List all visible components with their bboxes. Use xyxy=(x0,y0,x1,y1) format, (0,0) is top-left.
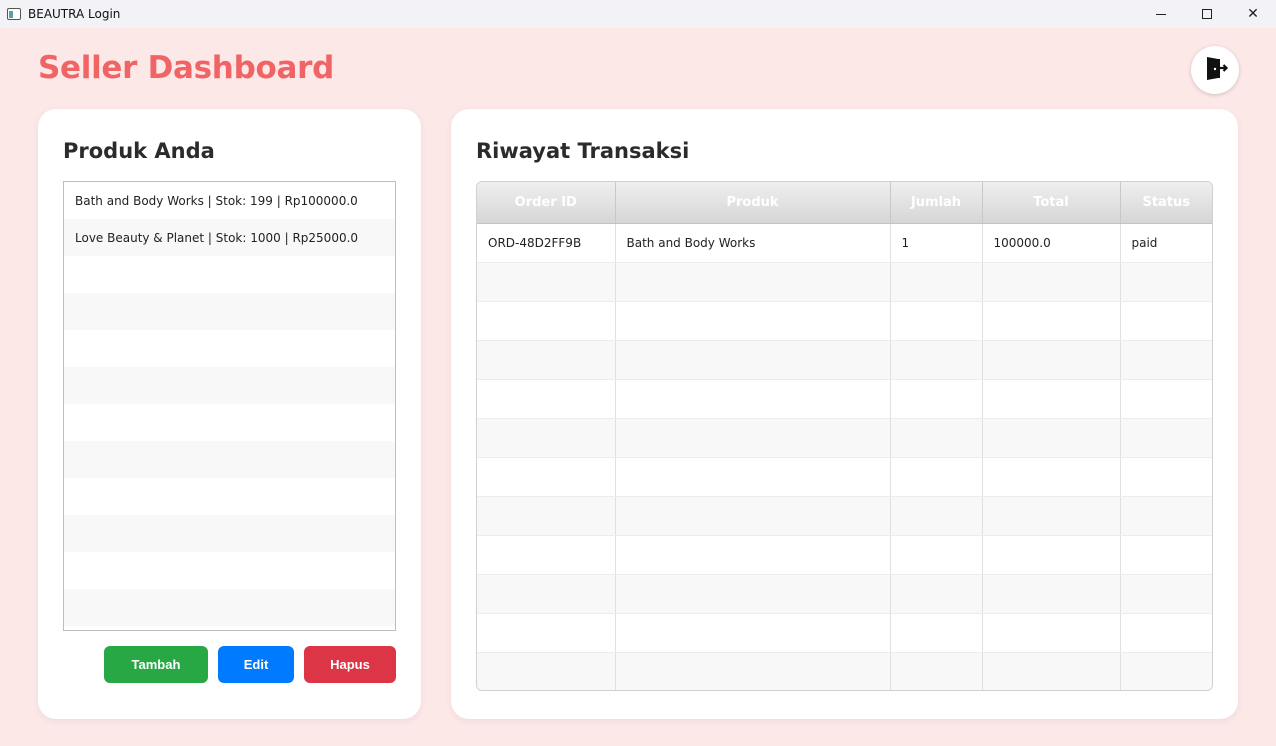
empty-table-row xyxy=(477,535,1212,575)
empty-list-row xyxy=(64,441,395,478)
close-button[interactable]: ✕ xyxy=(1230,0,1276,28)
logout-door-icon xyxy=(1201,54,1229,86)
empty-table-row xyxy=(477,301,1212,341)
empty-list-row xyxy=(64,404,395,441)
close-icon: ✕ xyxy=(1247,6,1259,22)
column-header-order-id[interactable]: Order ID xyxy=(477,182,616,224)
transactions-card: Riwayat Transaksi Order ID Produk Jumlah… xyxy=(451,109,1238,719)
empty-table-row xyxy=(477,613,1212,653)
empty-list-row xyxy=(64,330,395,367)
empty-list-row xyxy=(64,589,395,626)
column-header-total[interactable]: Total xyxy=(982,182,1121,224)
minimize-button[interactable] xyxy=(1138,0,1184,28)
column-header-jumlah[interactable]: Jumlah xyxy=(890,182,983,224)
window-titlebar: BEAUTRA Login ✕ xyxy=(0,0,1276,28)
transactions-title: Riwayat Transaksi xyxy=(476,139,690,163)
empty-list-row xyxy=(64,293,395,330)
empty-table-row xyxy=(477,652,1212,690)
product-list-item[interactable]: Bath and Body Works | Stok: 199 | Rp1000… xyxy=(64,182,395,219)
empty-table-row xyxy=(477,574,1212,614)
maximize-icon xyxy=(1202,9,1212,19)
table-row[interactable]: ORD-48D2FF9B Bath and Body Works 1 10000… xyxy=(477,223,1212,263)
cell-status: paid xyxy=(1120,223,1212,263)
app-icon xyxy=(7,8,21,20)
column-header-status[interactable]: Status xyxy=(1120,182,1212,224)
delete-product-button[interactable]: Hapus xyxy=(304,646,396,683)
empty-table-row xyxy=(477,340,1212,380)
empty-table-row xyxy=(477,418,1212,458)
transactions-table[interactable]: Order ID Produk Jumlah Total Status ORD-… xyxy=(476,181,1213,691)
empty-list-row xyxy=(64,367,395,404)
cell-produk: Bath and Body Works xyxy=(615,223,891,263)
empty-list-row xyxy=(64,552,395,589)
product-list[interactable]: Bath and Body Works | Stok: 199 | Rp1000… xyxy=(63,181,396,631)
cell-order-id: ORD-48D2FF9B xyxy=(477,223,616,263)
column-header-produk[interactable]: Produk xyxy=(615,182,891,224)
products-card: Produk Anda Bath and Body Works | Stok: … xyxy=(38,109,421,719)
empty-table-row xyxy=(477,379,1212,419)
empty-table-row xyxy=(477,262,1212,302)
empty-table-row xyxy=(477,457,1212,497)
empty-table-row xyxy=(477,496,1212,536)
empty-list-row xyxy=(64,478,395,515)
window-controls: ✕ xyxy=(1138,0,1276,28)
window-title: BEAUTRA Login xyxy=(28,7,121,21)
empty-list-row xyxy=(64,256,395,293)
products-title: Produk Anda xyxy=(63,139,215,163)
add-product-button[interactable]: Tambah xyxy=(104,646,208,683)
table-header-row: Order ID Produk Jumlah Total Status xyxy=(477,182,1212,224)
cell-jumlah: 1 xyxy=(890,223,983,263)
maximize-button[interactable] xyxy=(1184,0,1230,28)
empty-list-row xyxy=(64,515,395,552)
logout-button[interactable] xyxy=(1191,46,1239,94)
edit-product-button[interactable]: Edit xyxy=(218,646,294,683)
cell-total: 100000.0 xyxy=(982,223,1121,263)
page-title: Seller Dashboard xyxy=(38,50,334,86)
product-list-item[interactable]: Love Beauty & Planet | Stok: 1000 | Rp25… xyxy=(64,219,395,256)
minimize-icon xyxy=(1156,13,1166,15)
